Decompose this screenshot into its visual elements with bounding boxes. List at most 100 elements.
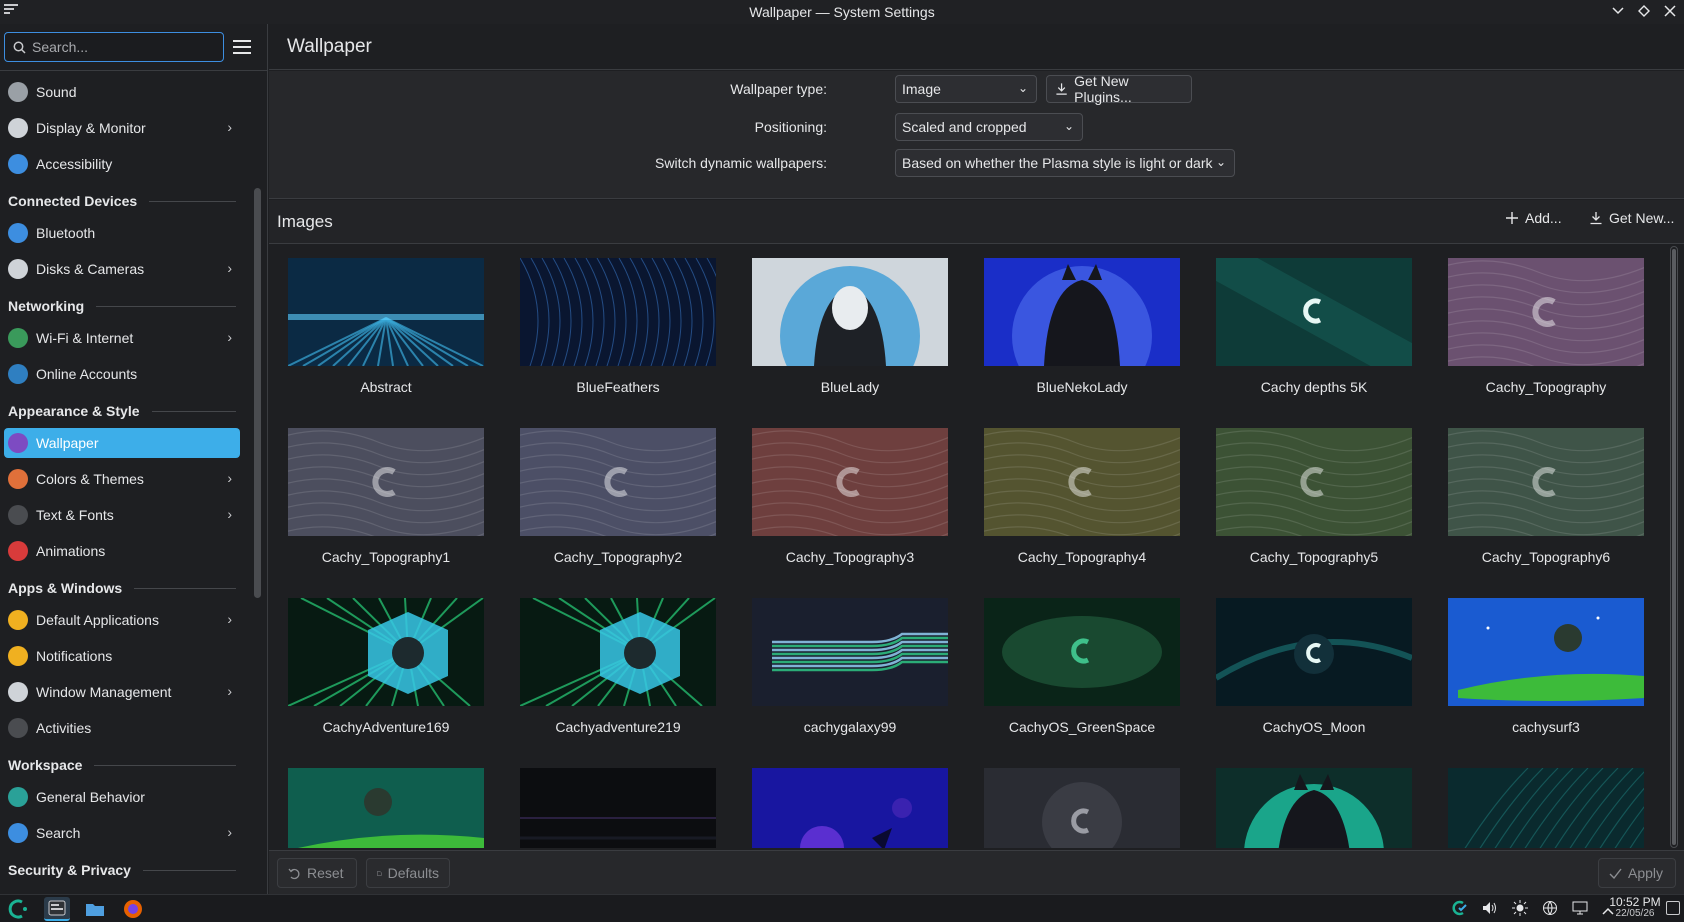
- sidebar-item-general-behavior[interactable]: General Behavior: [4, 782, 240, 812]
- wallpaper-type-label: Wallpaper type:: [730, 81, 827, 97]
- minimize-icon[interactable]: [1610, 2, 1626, 20]
- reset-label: Reset: [307, 865, 344, 881]
- wallpaper-type-select[interactable]: Image ⌄: [895, 75, 1037, 103]
- wallpaper-tile[interactable]: Cachy_Topography1: [288, 416, 484, 566]
- sidebar-item-label: Display & Monitor: [36, 120, 146, 136]
- wallpaper-thumbnail: [752, 258, 948, 366]
- wallpaper-tile[interactable]: CachyAdventure169: [288, 586, 484, 736]
- sidebar-item-display-monitor[interactable]: Display & Monitor ›: [4, 113, 240, 143]
- wallpaper-name: CachyAdventure169: [322, 719, 450, 735]
- wallpaper-tile[interactable]: Cachy_Topography6: [1448, 416, 1644, 566]
- get-new-plugins-label: Get New Plugins...: [1074, 73, 1132, 105]
- sidebar-item-disks-cameras[interactable]: Disks & Cameras ›: [4, 254, 240, 284]
- wallpaper-tile[interactable]: BlueLady: [752, 246, 948, 396]
- sidebar-item-animations[interactable]: Animations: [4, 536, 240, 566]
- display-icon[interactable]: [1572, 901, 1588, 918]
- sidebar-item-text-fonts[interactable]: Text & Fonts ›: [4, 500, 240, 530]
- hamburger-menu-icon[interactable]: [233, 36, 255, 58]
- sidebar-item-label: Accessibility: [36, 156, 113, 172]
- document-icon: [377, 870, 382, 876]
- wallpaper-tile[interactable]: Cachy_Topography2: [520, 416, 716, 566]
- sidebar-nav: Sound Display & Monitor › Accessibility Conn…: [0, 72, 250, 892]
- sidebar-item-wallpaper[interactable]: Wallpaper: [4, 428, 240, 458]
- get-new-button[interactable]: Get New...: [1589, 210, 1674, 226]
- wallpaper-tile[interactable]: Cachy_Topography5: [1216, 416, 1412, 566]
- get-new-plugins-button[interactable]: Get New Plugins...: [1046, 73, 1192, 105]
- sidebar-item-label: Wi-Fi & Internet: [36, 330, 134, 346]
- wallpaper-tile[interactable]: Cachy depths 5K: [1216, 246, 1412, 396]
- clock-time: 10:52 PM: [1609, 895, 1661, 909]
- online-accounts-icon: [8, 364, 28, 384]
- sidebar-item-search[interactable]: Search ›: [4, 818, 240, 848]
- wallpaper-tile[interactable]: Cachy_Topography3: [752, 416, 948, 566]
- plus-icon: [1506, 212, 1518, 224]
- search-field[interactable]: [4, 32, 224, 62]
- sidebar-group-label: Apps & Windows: [8, 580, 123, 596]
- sidebar-item-notifications[interactable]: Notifications: [4, 641, 240, 671]
- wallpaper-tile[interactable]: cachysurf3: [1448, 586, 1644, 736]
- maximize-icon[interactable]: [1636, 2, 1652, 20]
- sidebar-item-online-accounts[interactable]: Online Accounts: [4, 359, 240, 389]
- app-icon: [4, 4, 18, 14]
- close-icon[interactable]: [1662, 2, 1678, 20]
- wallpaper-tile[interactable]: [752, 756, 948, 848]
- font-icon: [8, 505, 28, 525]
- chevron-right-icon: ›: [227, 260, 232, 276]
- sidebar-item-sound[interactable]: Sound: [4, 77, 240, 107]
- sidebar-item-activities[interactable]: Activities: [4, 713, 240, 743]
- firefox-icon[interactable]: [120, 897, 146, 921]
- sidebar-item-label: Colors & Themes: [36, 471, 144, 487]
- sidebar-item-colors-themes[interactable]: Colors & Themes ›: [4, 464, 240, 494]
- clock[interactable]: 10:52 PM 22/05/26: [1606, 896, 1664, 920]
- sidebar-item-wi-fi-internet[interactable]: Wi-Fi & Internet ›: [4, 323, 240, 353]
- app-launcher-icon[interactable]: [6, 897, 32, 921]
- wallpaper-tile[interactable]: [1448, 756, 1644, 848]
- wallpaper-tile[interactable]: Abstract: [288, 246, 484, 396]
- sidebar-item-label: Online Accounts: [36, 366, 138, 382]
- sidebar-item-accessibility[interactable]: Accessibility: [4, 149, 240, 179]
- sidebar-item-label: Activities: [36, 720, 92, 736]
- wallpaper-name: BlueFeathers: [576, 379, 660, 395]
- sidebar-item-default-applications[interactable]: Default Applications ›: [4, 605, 240, 635]
- sidebar-group-header: Connected Devices: [8, 190, 236, 212]
- wallpaper-tile[interactable]: CachyOS_GreenSpace: [984, 586, 1180, 736]
- wallpaper-thumbnail: [752, 428, 948, 536]
- wallpaper-tile[interactable]: [520, 756, 716, 848]
- sidebar-item-window-management[interactable]: Window Management ›: [4, 677, 240, 707]
- wallpaper-thumbnail: [288, 598, 484, 706]
- wallpaper-tile[interactable]: [1216, 756, 1412, 848]
- wallpaper-tile[interactable]: Cachy_Topography4: [984, 416, 1180, 566]
- sidebar-scrollbar[interactable]: [254, 188, 261, 598]
- search-input[interactable]: [32, 39, 212, 55]
- defaults-button[interactable]: Defaults: [366, 858, 450, 888]
- cachyos-update-icon[interactable]: [1452, 900, 1468, 919]
- file-manager-icon[interactable]: [82, 897, 108, 921]
- sidebar-item-bluetooth[interactable]: Bluetooth: [4, 218, 240, 248]
- grid-scrollbar[interactable]: [1670, 246, 1678, 848]
- wallpaper-tile[interactable]: Cachy_Topography: [1448, 246, 1644, 396]
- system-settings-task-icon[interactable]: [44, 897, 70, 921]
- reset-button[interactable]: Reset: [277, 858, 357, 888]
- wallpaper-tile[interactable]: BlueFeathers: [520, 246, 716, 396]
- apply-button[interactable]: Apply: [1598, 858, 1676, 888]
- wallpaper-tile[interactable]: BlueNekoLady: [984, 246, 1180, 396]
- wallpaper-tile[interactable]: Cachyadventure219: [520, 586, 716, 736]
- wallpaper-tile[interactable]: CachyOS_Moon: [1216, 586, 1412, 736]
- wallpaper-thumbnail: [1216, 428, 1412, 536]
- page-header: Wallpaper: [269, 24, 1684, 70]
- wallpaper-tile[interactable]: [984, 756, 1180, 848]
- wallpaper-tile[interactable]: [288, 756, 484, 848]
- dynamic-wallpapers-select[interactable]: Based on whether the Plasma style is lig…: [895, 149, 1235, 177]
- divider: [0, 70, 268, 71]
- volume-icon[interactable]: [1482, 901, 1498, 918]
- positioning-label: Positioning:: [754, 119, 827, 135]
- brightness-icon[interactable]: [1512, 900, 1528, 919]
- network-icon[interactable]: [1542, 900, 1558, 919]
- positioning-select[interactable]: Scaled and cropped ⌄: [895, 113, 1083, 141]
- wallpaper-tile[interactable]: cachygalaxy99: [752, 586, 948, 736]
- wallpaper-name: cachygalaxy99: [803, 719, 897, 735]
- sidebar-item-label: Animations: [36, 543, 106, 559]
- show-desktop-icon[interactable]: [1666, 901, 1680, 915]
- chevron-down-icon: ⌄: [1017, 81, 1028, 95]
- add-button[interactable]: Add...: [1505, 210, 1562, 226]
